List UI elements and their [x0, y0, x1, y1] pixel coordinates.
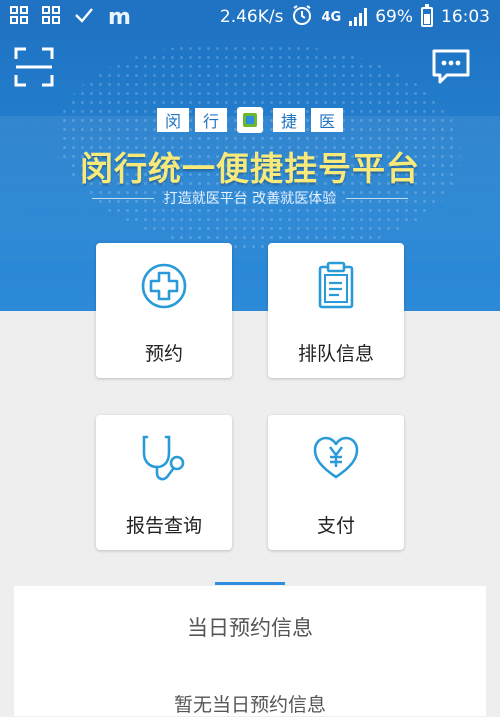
- empty-state-text: 暂无当日预约信息: [173, 694, 326, 716]
- section-title: 当日预约信息: [187, 616, 313, 640]
- subtitle-row: 打造就医平台 改善就医体验: [0, 188, 500, 208]
- network-type: 4G: [321, 9, 342, 25]
- battery-icon: [421, 4, 433, 27]
- divider: [91, 197, 154, 199]
- status-bar: m 2.46K/s 4G 69% 16:03: [0, 0, 500, 34]
- battery-percent: 69%: [375, 7, 413, 27]
- grid-icon: [42, 6, 60, 28]
- status-right: 2.46K/s 4G 69% 16:03: [220, 4, 490, 31]
- stethoscope-icon: [139, 433, 189, 483]
- page-title: 闵行统一便捷挂号平台: [80, 149, 420, 188]
- grid-icon: [10, 6, 28, 28]
- heart-yen-icon: [311, 433, 361, 483]
- message-icon[interactable]: [431, 48, 471, 86]
- card-label: 报告查询: [125, 515, 202, 537]
- scan-icon[interactable]: [14, 47, 54, 87]
- brand-char: 闵: [157, 108, 189, 132]
- card-label: 排队信息: [297, 343, 374, 365]
- brand-row: 闵 行 捷 医: [0, 107, 500, 134]
- appointment-button[interactable]: 预约: [96, 243, 232, 378]
- brand-logo-icon: [237, 107, 263, 133]
- clipboard-icon: [311, 261, 361, 311]
- medical-cross-icon: [139, 261, 189, 311]
- divider: [346, 197, 409, 199]
- brand-char: 捷: [273, 108, 305, 132]
- clock: 16:03: [441, 7, 490, 27]
- section-accent: [215, 582, 285, 585]
- card-label: 支付: [316, 515, 355, 537]
- alarm-icon: [291, 4, 313, 31]
- brand-char: 医: [311, 108, 343, 132]
- queue-info-button[interactable]: 排队信息: [268, 243, 404, 378]
- signal-icon: [349, 8, 368, 26]
- card-label: 预约: [144, 343, 183, 365]
- daily-appointment-panel: 当日预约信息 暂无当日预约信息: [14, 586, 486, 716]
- report-query-button[interactable]: 报告查询: [96, 415, 232, 550]
- brand-char: 行: [195, 108, 227, 132]
- subtitle: 打造就医平台 改善就医体验: [163, 191, 337, 207]
- payment-button[interactable]: 支付: [268, 415, 404, 550]
- net-speed: 2.46K/s: [219, 7, 284, 27]
- status-left: m: [10, 5, 131, 30]
- check-icon: [74, 7, 94, 27]
- m-app-icon: m: [108, 4, 131, 30]
